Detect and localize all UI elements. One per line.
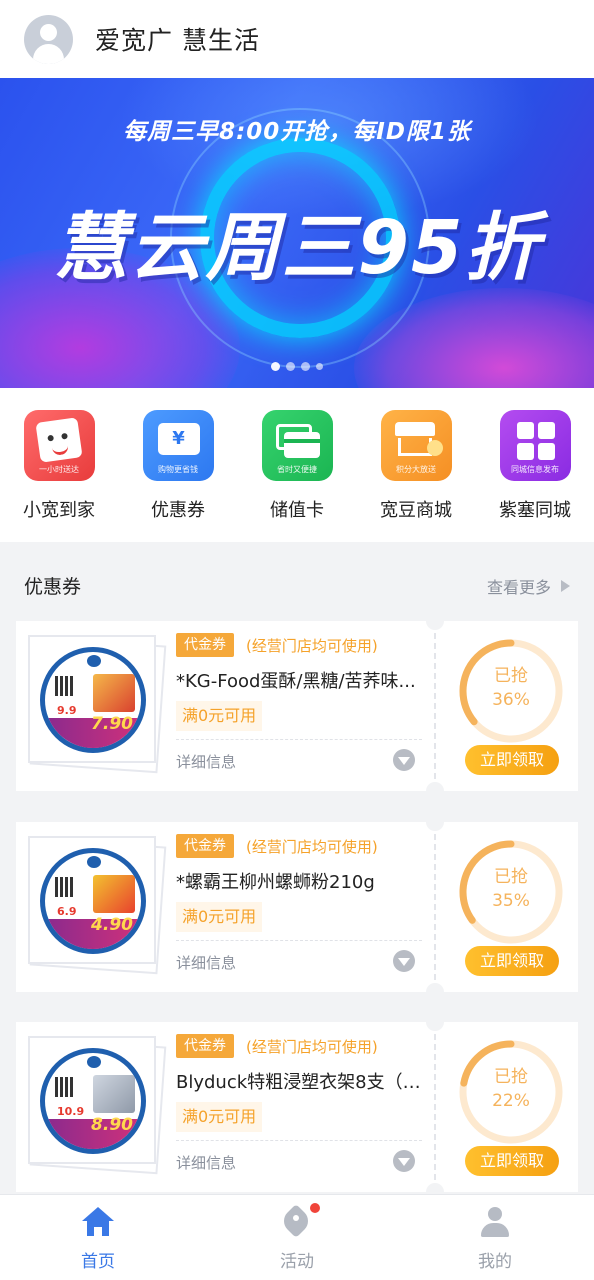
claim-button[interactable]: 立即领取 (465, 745, 559, 775)
coupon-title: *螺霸王柳州螺蛳粉210g (176, 872, 375, 893)
store-logo-icon (87, 856, 101, 868)
view-more-link[interactable]: 查看更多 (487, 574, 570, 598)
user-icon (478, 1205, 512, 1239)
grab-progress: 已抢 36% (492, 666, 530, 710)
coupon-card[interactable]: 9.9 7.90 代金券 (经营门店均可使用) *KG-Food蛋酥/黑糖/苦荞… (16, 612, 578, 800)
coupon-condition: 满0元可用 (176, 1102, 263, 1132)
qr-code-icon (55, 1077, 75, 1097)
coupon-thumbnail: 6.9 4.90 (28, 836, 167, 975)
coupon-thumbnail: 9.9 7.90 (28, 635, 167, 774)
coupon-card[interactable]: 10.9 8.90 代金券 (经营门店均可使用) Blyduck特粗浸塑衣架8支… (16, 1013, 578, 1201)
store-logo-icon (87, 655, 101, 667)
chevron-right-icon (561, 580, 570, 592)
claim-button[interactable]: 立即领取 (465, 946, 559, 976)
bottom-tab-bar: 首页 活动 我的 (0, 1194, 594, 1280)
tab-profile[interactable]: 我的 (435, 1205, 555, 1272)
coupon-thumbnail: 10.9 8.90 (28, 1036, 167, 1175)
detail-info-label[interactable]: 详细信息 (176, 751, 236, 772)
shopping-bag-face-icon: 一小时送达 (23, 410, 95, 481)
coupon-type-badge: 代金券 (176, 834, 234, 858)
coupon-title: *KG-Food蛋酥/黑糖/苦荞味... (176, 671, 416, 692)
detail-info-label[interactable]: 详细信息 (176, 952, 236, 973)
nav-item-local-info[interactable]: 同城信息发布 紫塞同城 (485, 410, 585, 522)
nav-label: 优惠券 (151, 500, 205, 521)
coupon-condition: 满0元可用 (176, 701, 263, 731)
avatar[interactable] (24, 14, 73, 64)
nav-label: 储值卡 (270, 500, 324, 521)
coupon-card[interactable]: 6.9 4.90 代金券 (经营门店均可使用) *螺霸王柳州螺蛳粉210g 满0… (16, 813, 578, 1001)
coupon-condition: 满0元可用 (176, 902, 263, 932)
notification-dot (310, 1203, 320, 1213)
nav-label: 小宽到家 (23, 500, 95, 521)
pagination-dot[interactable] (301, 362, 310, 371)
coupon-scope-note: (经营门店均可使用) (246, 1038, 378, 1056)
yen-ticket-icon: ¥ 购物更省钱 (142, 410, 214, 481)
app-header: 爱宽广 慧生活 (0, 0, 594, 78)
detail-info-label[interactable]: 详细信息 (176, 1152, 236, 1173)
coupon-type-badge: 代金券 (176, 633, 234, 657)
banner-pagination (0, 362, 594, 371)
coupon-section-header: 优惠券 查看更多 (0, 556, 594, 612)
pagination-dot[interactable] (286, 362, 295, 371)
grid-icon: 同城信息发布 (499, 410, 571, 481)
nav-label: 宽豆商城 (380, 500, 452, 521)
qr-code-icon (55, 676, 75, 696)
shop-coin-icon: 积分大放送 (380, 410, 452, 481)
coupon-title: Blyduck特粗浸塑衣架8支（4... (176, 1072, 421, 1093)
banner-headline: 慧云周三95折 (53, 205, 541, 291)
grab-progress: 已抢 22% (492, 1067, 530, 1111)
card-icon: 省时又便捷 (261, 410, 333, 481)
coupon-type-badge: 代金券 (176, 1034, 234, 1058)
pagination-dot[interactable] (316, 363, 323, 370)
nav-label: 紫塞同城 (499, 500, 571, 521)
app-title: 爱宽广 慧生活 (95, 26, 260, 55)
promo-banner[interactable]: 每周三早8:00开抢，每ID限1张 慧云周三95折 (0, 78, 594, 388)
tab-home[interactable]: 首页 (38, 1205, 158, 1272)
feature-nav: 一小时送达 小宽到家 ¥ 购物更省钱 优惠券 省时又便捷 储值卡 积分大放送 宽… (0, 388, 594, 542)
chevron-down-icon[interactable] (393, 950, 415, 972)
grab-progress: 已抢 35% (492, 867, 530, 911)
tab-activity[interactable]: 活动 (237, 1203, 357, 1272)
section-title: 优惠券 (24, 576, 82, 598)
nav-item-points-mall[interactable]: 积分大放送 宽豆商城 (366, 410, 466, 522)
chevron-down-icon[interactable] (393, 1150, 415, 1172)
pagination-dot[interactable] (271, 362, 280, 371)
claim-button[interactable]: 立即领取 (465, 1146, 559, 1176)
coupon-scope-note: (经营门店均可使用) (246, 637, 378, 655)
nav-item-stored-card[interactable]: 省时又便捷 储值卡 (247, 410, 347, 522)
qr-code-icon (55, 877, 75, 897)
nav-item-coupons[interactable]: ¥ 购物更省钱 优惠券 (128, 410, 228, 522)
chevron-down-icon[interactable] (393, 749, 415, 771)
home-icon (81, 1205, 115, 1239)
tag-icon (279, 1203, 320, 1239)
user-avatar-icon (40, 23, 57, 41)
banner-subtitle: 每周三早8:00开抢，每ID限1张 (123, 119, 471, 145)
nav-item-delivery[interactable]: 一小时送达 小宽到家 (9, 410, 109, 522)
coupon-scope-note: (经营门店均可使用) (246, 838, 378, 856)
store-logo-icon (87, 1056, 101, 1068)
